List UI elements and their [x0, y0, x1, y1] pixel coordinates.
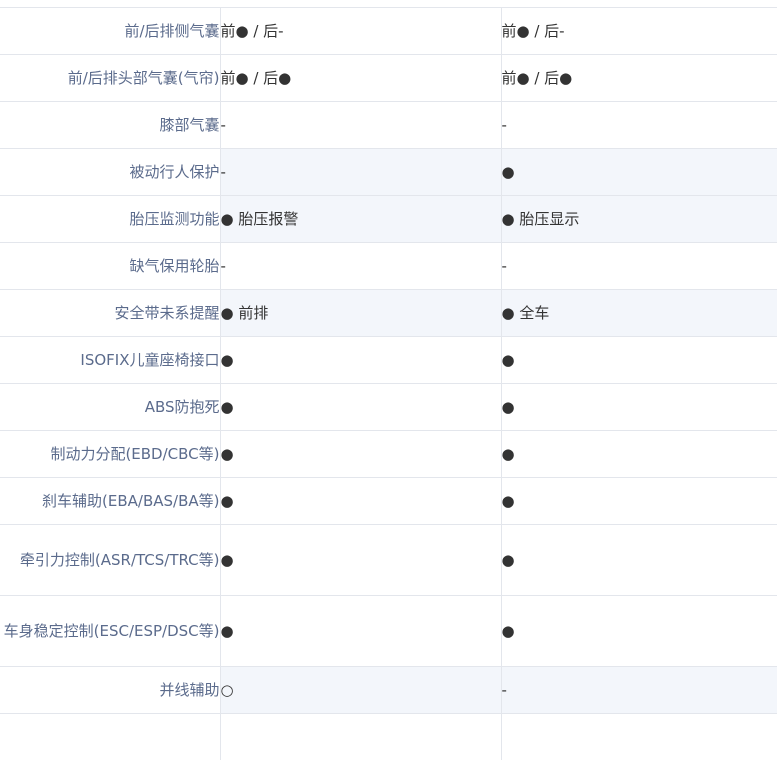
row-label: 刹车辅助(EBA/BAS/BA等) — [0, 478, 220, 525]
table-row — [0, 714, 777, 760]
row-label: 牵引力控制(ASR/TCS/TRC等) — [0, 525, 220, 596]
value-config-b: ● — [501, 337, 777, 384]
row-label: 制动力分配(EBD/CBC等) — [0, 431, 220, 478]
table-row: 并线辅助 ○ - — [0, 667, 777, 714]
value-config-b: ● — [501, 431, 777, 478]
value-config-a: 前● / 后- — [220, 8, 501, 55]
value-config-b: ● — [501, 596, 777, 667]
table-row: 被动行人保护 - ● — [0, 149, 777, 196]
table-row: 牵引力控制(ASR/TCS/TRC等) ● ● — [0, 525, 777, 596]
table-row: 缺气保用轮胎 - - — [0, 243, 777, 290]
table-row: 刹车辅助(EBA/BAS/BA等) ● ● — [0, 478, 777, 525]
value-config-b: ● — [501, 384, 777, 431]
table-row: ABS防抱死 ● ● — [0, 384, 777, 431]
value-config-b: ● — [501, 525, 777, 596]
value-config-a: - — [220, 149, 501, 196]
value-config-a: - — [220, 243, 501, 290]
value-config-a: ○ — [220, 667, 501, 714]
value-config-b: ● 胎压显示 — [501, 196, 777, 243]
value-config-b: 前● / 后- — [501, 8, 777, 55]
row-label: 并线辅助 — [0, 667, 220, 714]
row-label: 前/后排侧气囊 — [0, 8, 220, 55]
value-config-a: ● 前排 — [220, 290, 501, 337]
table-row: 制动力分配(EBD/CBC等) ● ● — [0, 431, 777, 478]
table-row: 胎压监测功能 ● 胎压报警 ● 胎压显示 — [0, 196, 777, 243]
table-row: 前/后排侧气囊 前● / 后- 前● / 后- — [0, 8, 777, 55]
table-row: 前/后排头部气囊(气帘) 前● / 后● 前● / 后● — [0, 55, 777, 102]
value-config-b: - — [501, 102, 777, 149]
spec-table: 前/后排侧气囊 前● / 后- 前● / 后- 前/后排头部气囊(气帘) 前● … — [0, 7, 777, 760]
row-label: 膝部气囊 — [0, 102, 220, 149]
value-config-b: - — [501, 243, 777, 290]
value-config-a: ● 胎压报警 — [220, 196, 501, 243]
table-row: ISOFIX儿童座椅接口 ● ● — [0, 337, 777, 384]
row-label: 缺气保用轮胎 — [0, 243, 220, 290]
row-label: ABS防抱死 — [0, 384, 220, 431]
row-label-empty — [0, 714, 220, 760]
value-config-a: ● — [220, 337, 501, 384]
value-config-b: ● 全车 — [501, 290, 777, 337]
value-config-b: ● — [501, 149, 777, 196]
value-config-b: - — [501, 667, 777, 714]
table-row: 安全带未系提醒 ● 前排 ● 全车 — [0, 290, 777, 337]
value-config-a: ● — [220, 478, 501, 525]
table-row: 车身稳定控制(ESC/ESP/DSC等) ● ● — [0, 596, 777, 667]
row-label: 胎压监测功能 — [0, 196, 220, 243]
row-label: 安全带未系提醒 — [0, 290, 220, 337]
value-config-b: 前● / 后● — [501, 55, 777, 102]
value-config-a: ● — [220, 596, 501, 667]
table-row: 膝部气囊 - - — [0, 102, 777, 149]
row-label: ISOFIX儿童座椅接口 — [0, 337, 220, 384]
row-label: 被动行人保护 — [0, 149, 220, 196]
value-config-a: - — [220, 102, 501, 149]
value-config-b-empty — [501, 714, 777, 760]
value-config-a: 前● / 后● — [220, 55, 501, 102]
value-config-a-empty — [220, 714, 501, 760]
value-config-a: ● — [220, 431, 501, 478]
value-config-a: ● — [220, 384, 501, 431]
row-label: 前/后排头部气囊(气帘) — [0, 55, 220, 102]
row-label: 车身稳定控制(ESC/ESP/DSC等) — [0, 596, 220, 667]
value-config-b: ● — [501, 478, 777, 525]
value-config-a: ● — [220, 525, 501, 596]
